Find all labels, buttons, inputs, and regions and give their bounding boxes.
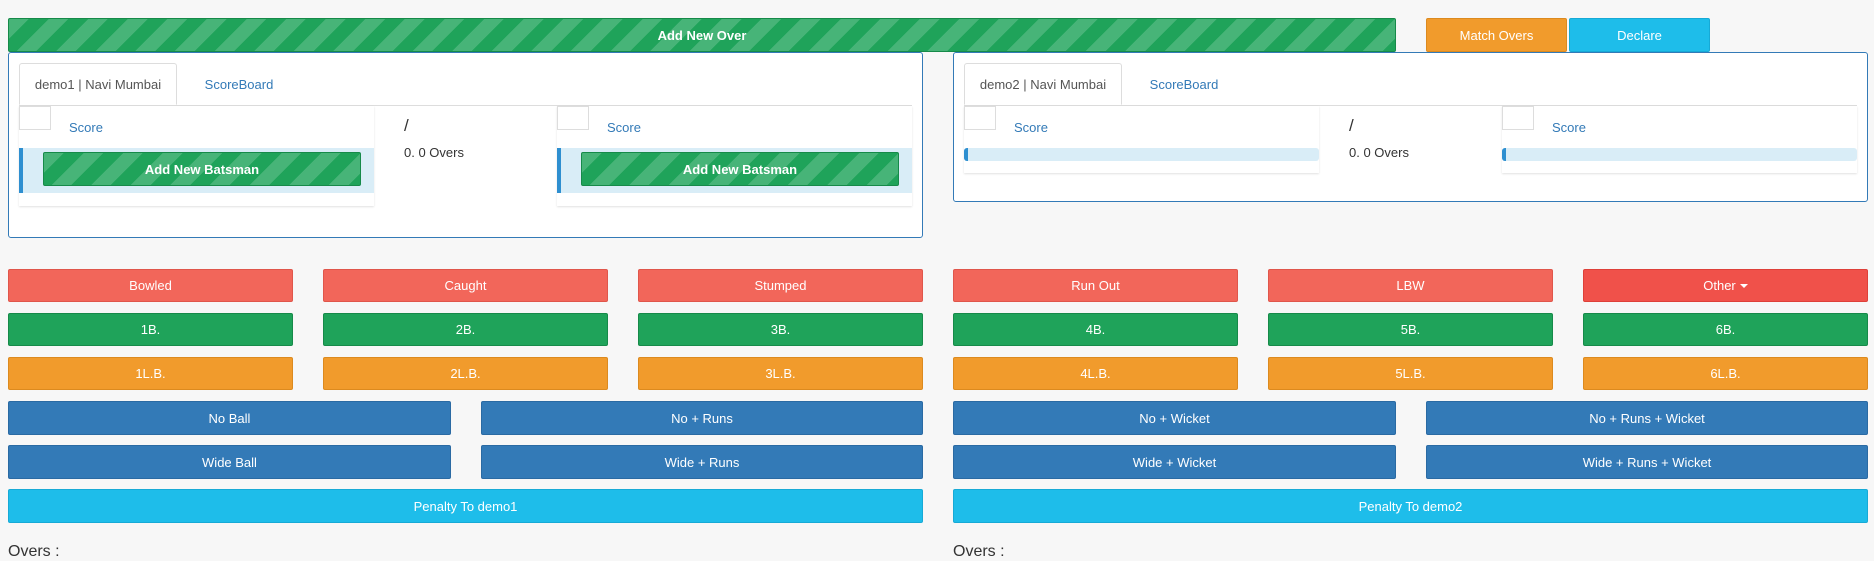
team2-panel: demo2 | Navi Mumbai ScoreBoard Score / 0… xyxy=(953,52,1868,202)
team1-tabbar: demo1 | Navi Mumbai ScoreBoard xyxy=(19,63,912,106)
no-runs-wicket-button[interactable]: No + Runs + Wicket xyxy=(1426,401,1868,435)
caught-button[interactable]: Caught xyxy=(323,269,608,302)
wide-runs-button[interactable]: Wide + Runs xyxy=(481,445,923,479)
no-runs-button[interactable]: No + Runs xyxy=(481,401,923,435)
legbye-1-button[interactable]: 1L.B. xyxy=(8,357,293,390)
bye-2-button[interactable]: 2B. xyxy=(323,313,608,346)
team2-batsman1-progress xyxy=(964,148,1319,161)
team2-batsman1-card: Score xyxy=(964,106,1319,173)
legbye-4-button[interactable]: 4L.B. xyxy=(953,357,1238,390)
team1-batsman2-checkbox[interactable] xyxy=(557,106,589,130)
caret-down-icon xyxy=(1739,283,1748,288)
penalty-team2-button[interactable]: Penalty To demo2 xyxy=(953,489,1868,523)
team1-batsman1-checkbox[interactable] xyxy=(19,106,51,130)
legbye-3-button[interactable]: 3L.B. xyxy=(638,357,923,390)
legbye-6-button[interactable]: 6L.B. xyxy=(1583,357,1868,390)
team1-overs-heading: Overs : xyxy=(8,543,60,560)
team1-overs: 0. 0 Overs xyxy=(404,145,464,160)
run-out-button[interactable]: Run Out xyxy=(953,269,1238,302)
bye-5-button[interactable]: 5B. xyxy=(1268,313,1553,346)
team2-batsman2-card: Score xyxy=(1502,106,1857,173)
team1-batsman1-strip: Add New Batsman xyxy=(19,148,374,193)
team2-batsman1-score-label: Score xyxy=(1014,120,1048,135)
team1-panel: demo1 | Navi Mumbai ScoreBoard Score Add… xyxy=(8,52,923,238)
wide-wicket-button[interactable]: Wide + Wicket xyxy=(953,445,1396,479)
team1-batsman1-card: Score Add New Batsman xyxy=(19,106,374,206)
team2-batsman2-score-label: Score xyxy=(1552,120,1586,135)
tab-team2-scoreboard[interactable]: ScoreBoard xyxy=(1132,63,1236,105)
tab-team1-info[interactable]: demo1 | Navi Mumbai xyxy=(19,63,177,105)
bye-6-button[interactable]: 6B. xyxy=(1583,313,1868,346)
declare-button[interactable]: Declare xyxy=(1569,18,1710,52)
penalty-team1-button[interactable]: Penalty To demo1 xyxy=(8,489,923,523)
bye-3-button[interactable]: 3B. xyxy=(638,313,923,346)
team2-score-slash: / xyxy=(1349,116,1354,135)
team2-overs-heading: Overs : xyxy=(953,543,1005,560)
team2-batsman2-checkbox[interactable] xyxy=(1502,106,1534,130)
tab-team2-info[interactable]: demo2 | Navi Mumbai xyxy=(964,63,1122,105)
team1-batsman2-score-label: Score xyxy=(607,120,641,135)
wide-runs-wicket-button[interactable]: Wide + Runs + Wicket xyxy=(1426,445,1868,479)
team2-batsman1-progress-fill xyxy=(964,148,968,161)
lbw-button[interactable]: LBW xyxy=(1268,269,1553,302)
team1-batsman1-score-label: Score xyxy=(69,120,103,135)
tab-team1-scoreboard[interactable]: ScoreBoard xyxy=(187,63,291,105)
other-dropdown-label: Other xyxy=(1703,278,1736,293)
team1-score-slash: / xyxy=(404,116,409,135)
stumped-button[interactable]: Stumped xyxy=(638,269,923,302)
match-overs-button[interactable]: Match Overs xyxy=(1426,18,1567,52)
team2-batsman2-progress-fill xyxy=(1502,148,1506,161)
bye-4-button[interactable]: 4B. xyxy=(953,313,1238,346)
team1-batsman2-card: Score Add New Batsman xyxy=(557,106,912,206)
add-new-over-button[interactable]: Add New Over xyxy=(8,18,1396,52)
other-dropdown-button[interactable]: Other xyxy=(1583,269,1868,302)
bye-1-button[interactable]: 1B. xyxy=(8,313,293,346)
team2-batsman1-checkbox[interactable] xyxy=(964,106,996,130)
no-ball-button[interactable]: No Ball xyxy=(8,401,451,435)
team1-batsman2-strip: Add New Batsman xyxy=(557,148,912,193)
wide-ball-button[interactable]: Wide Ball xyxy=(8,445,451,479)
team1-add-batsman1-button[interactable]: Add New Batsman xyxy=(43,152,361,186)
no-wicket-button[interactable]: No + Wicket xyxy=(953,401,1396,435)
team2-batsman2-progress xyxy=(1502,148,1857,161)
legbye-5-button[interactable]: 5L.B. xyxy=(1268,357,1553,390)
team2-tabbar: demo2 | Navi Mumbai ScoreBoard xyxy=(964,63,1857,106)
team2-overs: 0. 0 Overs xyxy=(1349,145,1409,160)
legbye-2-button[interactable]: 2L.B. xyxy=(323,357,608,390)
bowled-button[interactable]: Bowled xyxy=(8,269,293,302)
team1-add-batsman2-button[interactable]: Add New Batsman xyxy=(581,152,899,186)
